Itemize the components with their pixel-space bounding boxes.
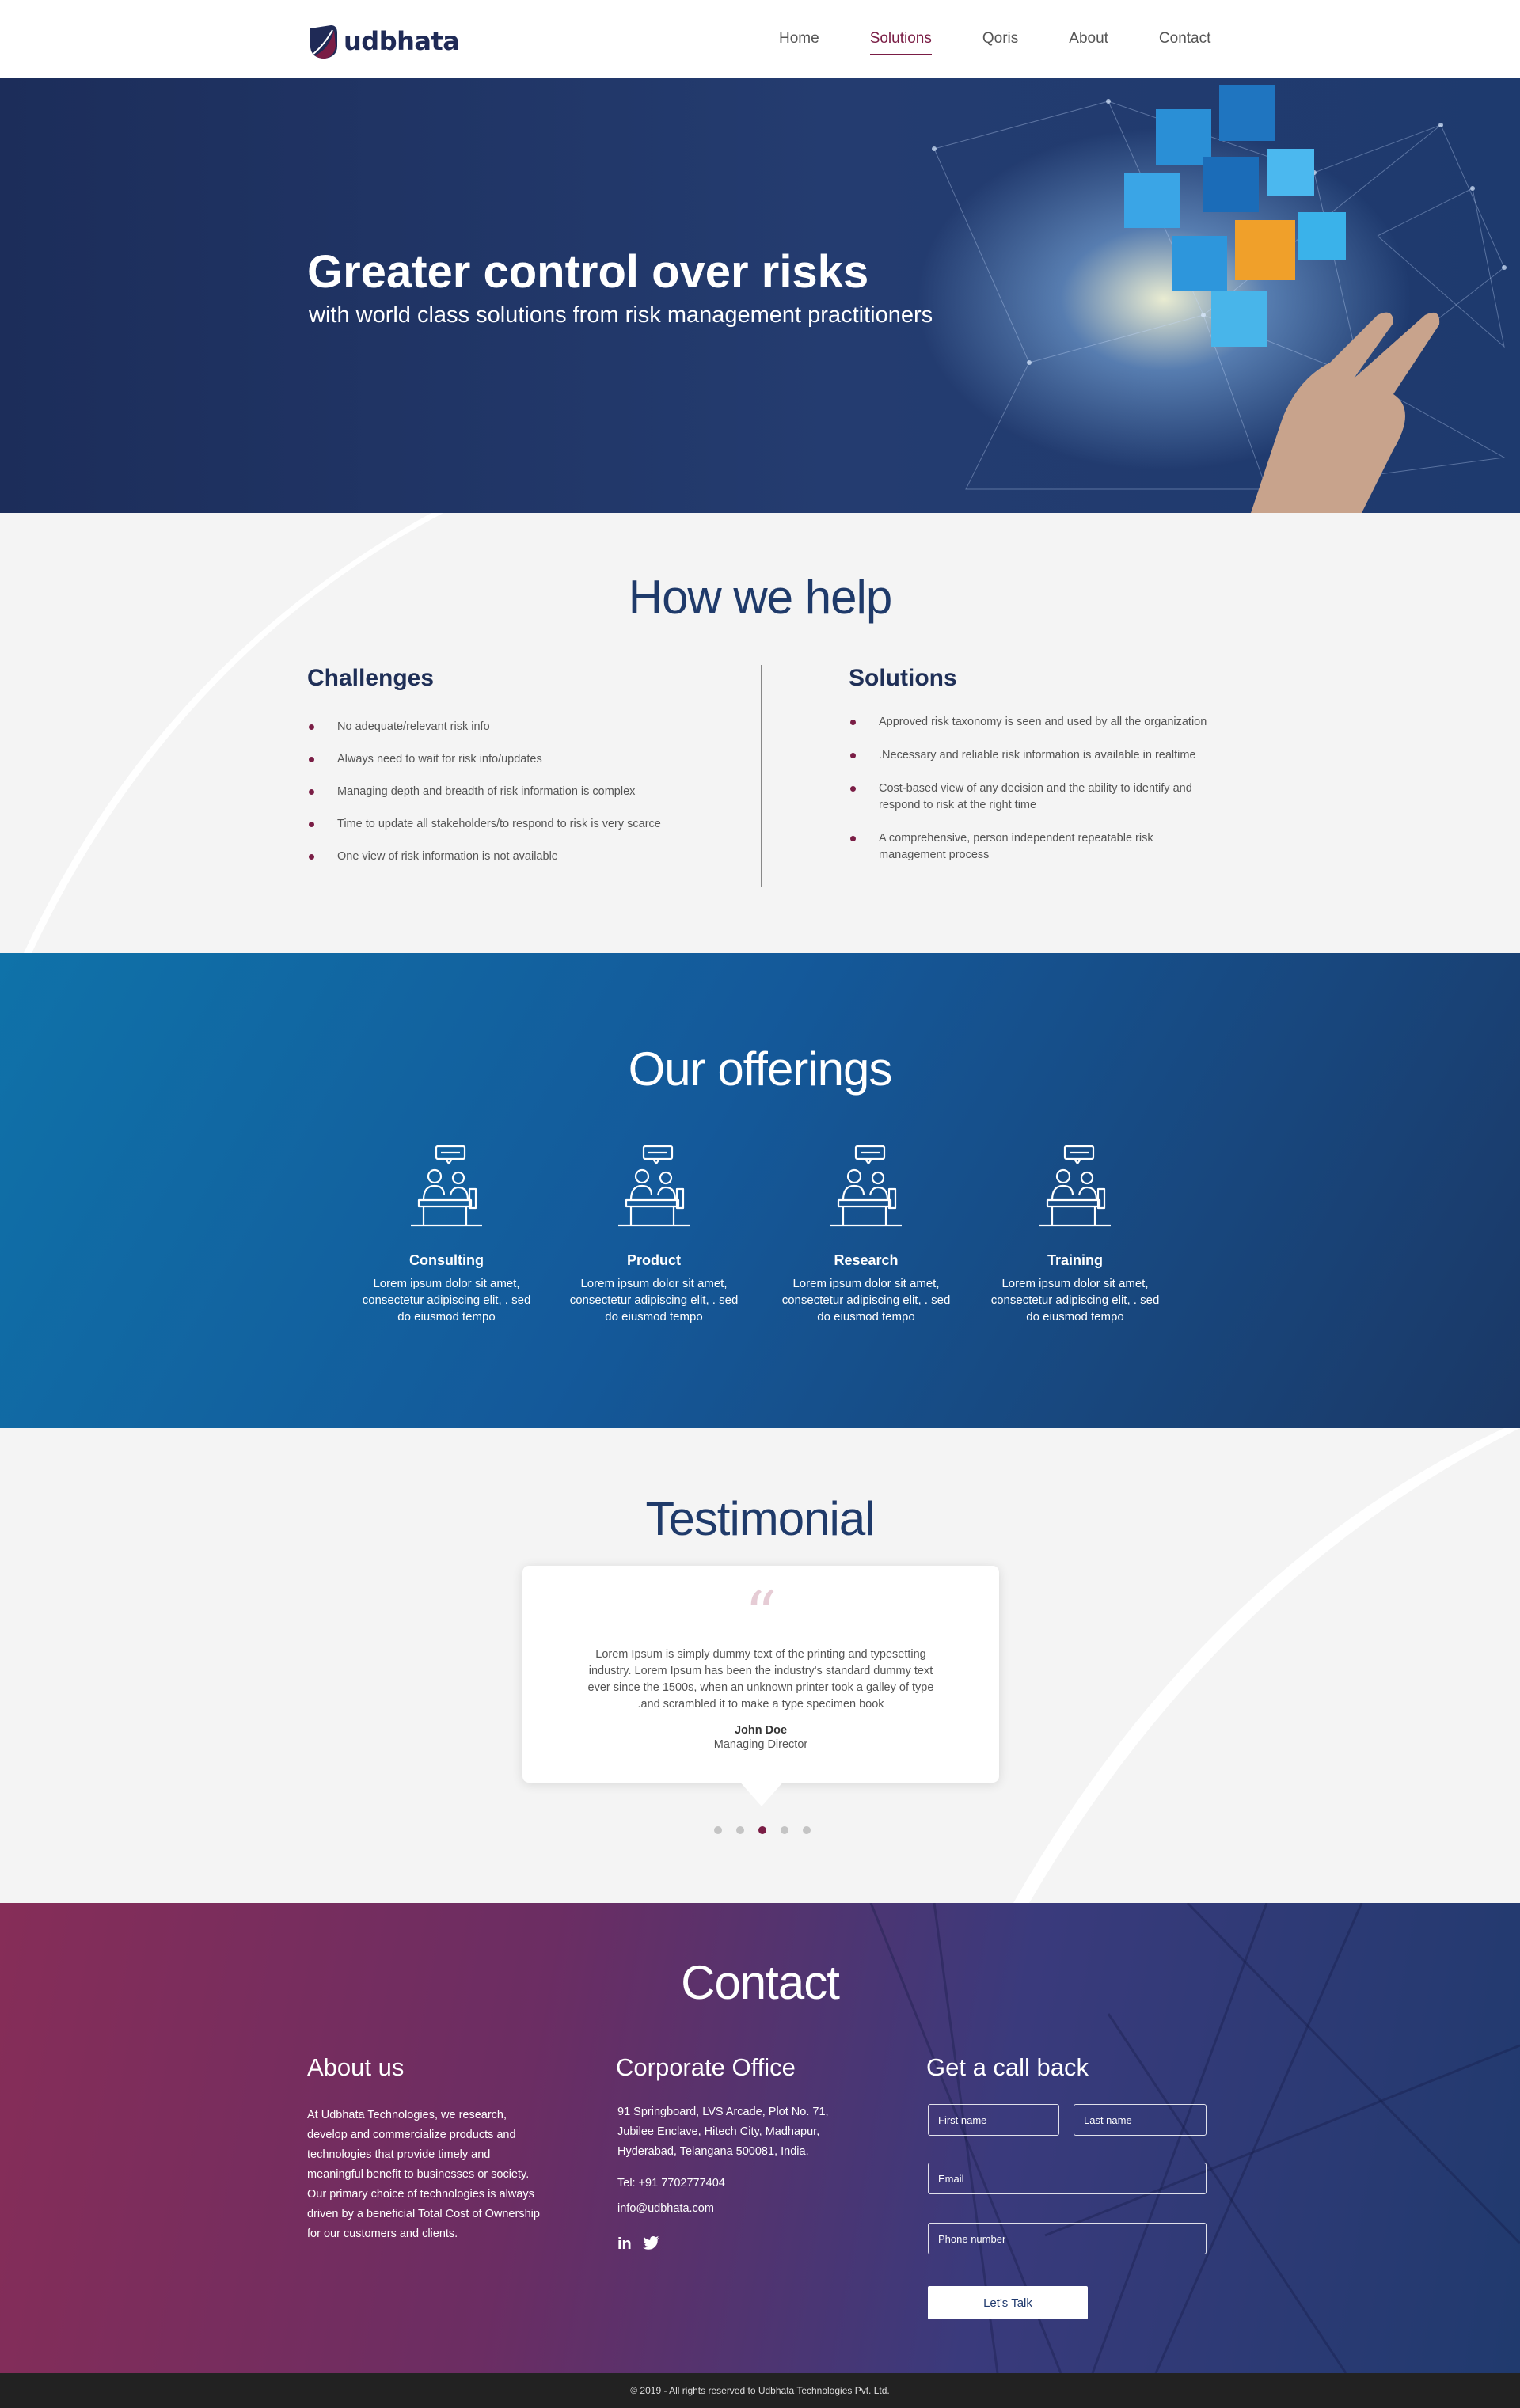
phone-field[interactable] (928, 2223, 1206, 2254)
quote-icon: “ (744, 1578, 777, 1651)
callback-title: Get a call back (926, 2053, 1089, 2081)
section-title-contact: Contact (681, 1956, 840, 2009)
section-title-offerings: Our offerings (628, 1043, 893, 1096)
section-title-how-we-help: How we help (628, 571, 893, 624)
list-item: One view of risk information is not avai… (307, 849, 719, 865)
how-we-help-section: How we help Challenges No adequate/relev… (0, 513, 1520, 953)
site-header: udbhata Home Solutions Qoris About Conta… (0, 0, 1520, 78)
solutions-list: Approved risk taxonomy is seen and used … (849, 714, 1221, 864)
offering-desc: Lorem ipsum dolor sit amet, consectetur … (362, 1277, 531, 1324)
list-item: Time to update all stakeholders/to respo… (307, 816, 719, 833)
corporate-office-title: Corporate Office (616, 2053, 796, 2081)
carousel-dot-3[interactable] (758, 1826, 766, 1834)
hero-banner: Greater control over risks with world cl… (0, 78, 1520, 513)
offering-name: Consulting (409, 1252, 484, 1268)
linkedin-icon[interactable]: in (618, 2235, 632, 2254)
testimonial-role: Managing Director (713, 1738, 808, 1751)
cube-network-graphic (932, 85, 1507, 513)
footer-copyright: © 2019 - All rights reserved to Udbhata … (0, 2373, 1520, 2408)
nav-home[interactable]: Home (779, 30, 819, 47)
offering-name: Training (1047, 1252, 1103, 1268)
presenter-desk-icon (618, 1145, 690, 1227)
offering-desc: Lorem ipsum dolor sit amet, consectetur … (569, 1277, 739, 1324)
card-pointer (738, 1779, 785, 1806)
offering-name: Product (626, 1252, 681, 1268)
nav-solutions[interactable]: Solutions (869, 30, 933, 55)
offering-research[interactable]: Research Lorem ipsum dolor sit amet, con… (779, 1143, 953, 1325)
carousel-dot-5[interactable] (803, 1826, 811, 1834)
testimonial-text: Lorem Ipsum is simply dummy text of the … (587, 1648, 934, 1711)
carousel-dots (714, 1826, 811, 1834)
twitter-icon[interactable] (642, 2235, 660, 2251)
about-us-title: About us (307, 2053, 405, 2081)
carousel-dot-4[interactable] (781, 1826, 788, 1834)
list-item: A comprehensive, person independent repe… (849, 830, 1221, 864)
logo-text: udbhata (344, 26, 460, 56)
presenter-desk-icon (830, 1145, 902, 1227)
solutions-title: Solutions (849, 665, 957, 691)
offering-name: Research (834, 1252, 899, 1268)
logo[interactable]: udbhata (307, 22, 460, 60)
challenges-list: No adequate/relevant risk info Always ne… (307, 719, 719, 865)
testimonial-card: “ Lorem Ipsum is simply dummy text of th… (522, 1566, 999, 1783)
list-item: Cost-based view of any decision and the … (849, 781, 1221, 814)
testimonial-author: John Doe (734, 1724, 788, 1737)
hero-title: Greater control over risks (307, 246, 869, 298)
presenter-desk-icon (411, 1145, 482, 1227)
last-name-field[interactable] (1074, 2104, 1206, 2136)
offering-desc: Lorem ipsum dolor sit amet, consectetur … (990, 1277, 1160, 1324)
hero-subtitle: with world class solutions from risk man… (309, 302, 933, 328)
nav-about[interactable]: About (1069, 30, 1108, 47)
lets-talk-button[interactable]: Let's Talk (928, 2286, 1088, 2319)
about-us-text: At Udbhata Technologies, we research, de… (307, 2109, 540, 2240)
carousel-dot-1[interactable] (714, 1826, 722, 1834)
social-links: in (618, 2235, 660, 2254)
section-title-testimonial: Testimonial (645, 1492, 875, 1545)
office-address: 91 Springboard, LVS Arcade, Plot No. 71,… (618, 2106, 829, 2158)
nav-contact[interactable]: Contact (1159, 30, 1210, 47)
column-divider (761, 665, 762, 887)
email-field[interactable] (928, 2163, 1206, 2194)
list-item: .Necessary and reliable risk information… (849, 747, 1221, 764)
offering-desc: Lorem ipsum dolor sit amet, consectetur … (781, 1277, 951, 1324)
presenter-desk-icon (1039, 1145, 1111, 1227)
list-item: Always need to wait for risk info/update… (307, 751, 719, 768)
offering-training[interactable]: Training Lorem ipsum dolor sit amet, con… (988, 1143, 1162, 1325)
list-item: No adequate/relevant risk info (307, 719, 719, 735)
carousel-dot-2[interactable] (736, 1826, 744, 1834)
nav-qoris[interactable]: Qoris (982, 30, 1018, 47)
testimonial-section: Testimonial “ Lorem Ipsum is simply dumm… (0, 1428, 1520, 1903)
contact-section: Contact About us At Udbhata Technologies… (0, 1903, 1520, 2373)
challenges-title: Challenges (307, 665, 435, 691)
list-item: Managing depth and breadth of risk infor… (307, 784, 719, 800)
offering-consulting[interactable]: Consulting Lorem ipsum dolor sit amet, c… (359, 1143, 534, 1325)
offering-product[interactable]: Product Lorem ipsum dolor sit amet, cons… (567, 1143, 741, 1325)
main-nav: Home Solutions Qoris About Contact (779, 30, 1261, 55)
office-email[interactable]: info@udbhata.com (618, 2202, 714, 2215)
offerings-section: Our offerings Consulting Lorem ipsum dol… (0, 953, 1520, 1428)
office-phone[interactable]: Tel: +91 7702777404 (618, 2177, 725, 2190)
leaf-logo-icon (310, 25, 337, 59)
list-item: Approved risk taxonomy is seen and used … (849, 714, 1221, 731)
first-name-field[interactable] (928, 2104, 1059, 2136)
